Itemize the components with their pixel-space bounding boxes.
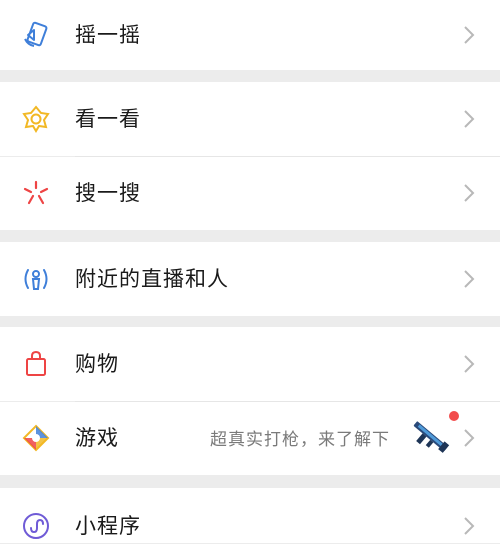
menu-item-label: 小程序 bbox=[75, 514, 141, 538]
menu-item-label: 搜一搜 bbox=[75, 181, 141, 205]
chevron-right-icon bbox=[462, 428, 476, 448]
menu-item-label: 看一看 bbox=[75, 107, 141, 131]
menu-item-shake[interactable]: 摇一摇 bbox=[0, 0, 500, 70]
menu-item-label: 摇一摇 bbox=[75, 23, 141, 47]
nearby-person-icon bbox=[22, 265, 50, 293]
menu-item-search[interactable]: 搜一搜 bbox=[0, 157, 500, 230]
menu-item-label: 游戏 bbox=[75, 426, 119, 450]
menu-item-mini-programs[interactable]: 小程序 bbox=[0, 488, 500, 543]
menu-item-look[interactable]: 看一看 bbox=[0, 82, 500, 156]
shopping-bag-icon bbox=[22, 350, 50, 378]
games-diamond-icon bbox=[22, 424, 50, 452]
chevron-right-icon bbox=[462, 516, 476, 536]
chevron-right-icon bbox=[462, 269, 476, 289]
mini-program-icon bbox=[22, 512, 50, 540]
look-icon bbox=[22, 105, 50, 133]
notification-badge bbox=[449, 411, 459, 421]
search-sparkle-icon bbox=[22, 179, 50, 207]
menu-item-label: 购物 bbox=[75, 352, 119, 376]
games-promo-text: 超真实打枪，来了解下 bbox=[210, 430, 390, 450]
chevron-right-icon bbox=[462, 354, 476, 374]
shake-icon bbox=[22, 21, 50, 49]
rifle-thumbnail bbox=[408, 412, 452, 462]
menu-item-label: 附近的直播和人 bbox=[75, 267, 229, 291]
chevron-right-icon bbox=[462, 183, 476, 203]
chevron-right-icon bbox=[462, 25, 476, 45]
menu-item-nearby[interactable]: 附近的直播和人 bbox=[0, 242, 500, 316]
menu-item-games[interactable]: 游戏 超真实打枪，来了解下 bbox=[0, 402, 500, 475]
chevron-right-icon bbox=[462, 109, 476, 129]
menu-item-shopping[interactable]: 购物 bbox=[0, 327, 500, 401]
